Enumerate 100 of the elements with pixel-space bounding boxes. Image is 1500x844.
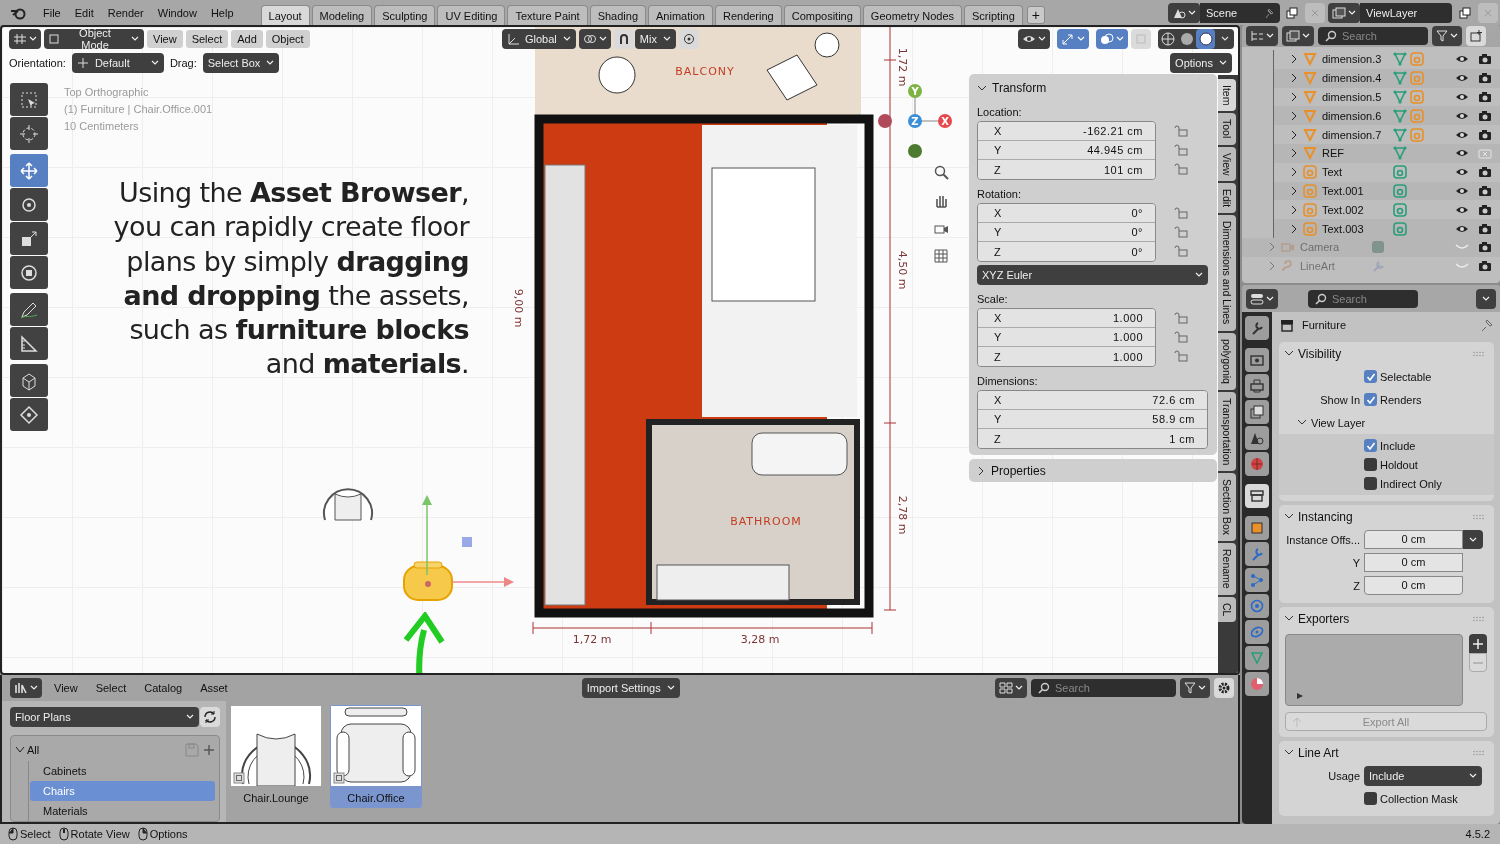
sidebar-tab[interactable]: Transportation <box>1218 391 1236 471</box>
workspace-tab[interactable]: Shading <box>589 5 647 25</box>
number-field[interactable]: Z 1.000 <box>978 347 1155 366</box>
sidebar-tab[interactable]: Item <box>1218 79 1236 112</box>
number-field[interactable]: Y 1.000 <box>978 328 1155 347</box>
number-field[interactable]: 0 cm <box>1364 553 1463 572</box>
workspace-tab[interactable]: Animation <box>648 5 713 25</box>
library-dropdown[interactable]: Floor Plans <box>10 707 199 727</box>
workspace-tab[interactable]: Scripting <box>964 5 1023 25</box>
group-label: Location: <box>977 106 1023 118</box>
workspace-tab[interactable]: Layout <box>260 5 310 25</box>
menu-button[interactable]: Select <box>185 30 229 48</box>
workspace-tab[interactable]: Sculpting <box>374 5 436 25</box>
menu-button[interactable]: View <box>48 679 84 697</box>
number-field[interactable]: Y 44.945 cm <box>978 141 1155 160</box>
outliner-item[interactable]: Text.001 <box>1322 184 1388 197</box>
status-hint: Rotate View <box>70 828 130 840</box>
group-label: Rotation: <box>977 188 1023 200</box>
checkbox-label: Indirect Only <box>1380 477 1442 490</box>
outliner-item[interactable]: Text.002 <box>1322 203 1388 216</box>
search-field[interactable]: Search <box>1318 27 1428 45</box>
checkbox-label: Collection Mask <box>1380 792 1458 805</box>
workspace-tab[interactable]: UV Editing <box>437 5 506 25</box>
field-label: Instance Offs... <box>1285 533 1361 546</box>
workspace-tab[interactable]: Rendering <box>714 5 782 25</box>
room-label: BALCONY <box>675 65 735 78</box>
sidebar-tab[interactable]: Tool <box>1218 113 1236 145</box>
number-field[interactable]: 0 cm <box>1364 576 1463 595</box>
snap-target-dropdown[interactable]: Mix <box>634 29 676 49</box>
outliner-item[interactable]: dimension.6 <box>1322 109 1388 122</box>
context-name: Furniture <box>1302 319 1347 331</box>
orientation-dropdown[interactable]: Global <box>502 29 576 49</box>
sidebar-tab[interactable]: Section Box <box>1218 472 1236 541</box>
status-hint: Select <box>20 828 51 840</box>
viewport-info-text: (1) Furniture | Chair.Office.001 <box>64 102 213 117</box>
workspace-tab[interactable]: Compositing <box>783 5 861 25</box>
sidebar-tab[interactable]: Rename <box>1218 543 1236 595</box>
sidebar-tab[interactable]: polygoniq <box>1218 332 1236 390</box>
workspace-tab[interactable]: Geometry Nodes <box>862 5 962 25</box>
menu-item[interactable]: Render <box>100 3 151 22</box>
mode-dropdown[interactable]: Object Mode <box>44 29 144 49</box>
view-layer-field[interactable]: ViewLayer <box>1360 2 1452 23</box>
number-field[interactable]: X -162.21 cm <box>978 122 1155 141</box>
number-field[interactable]: Z 1 cm <box>978 429 1207 448</box>
menu-button[interactable]: View <box>147 30 183 48</box>
number-field[interactable]: Z 101 cm <box>978 160 1155 179</box>
number-field[interactable]: X 0° <box>978 204 1155 223</box>
outliner-item[interactable]: Text <box>1322 166 1388 179</box>
scene-field[interactable]: Scene <box>1200 2 1280 23</box>
drag-dropdown[interactable]: Select Box <box>202 52 280 73</box>
menu-button[interactable]: Add <box>231 30 263 48</box>
properties-panel-header[interactable]: Properties <box>969 459 1217 482</box>
panel-header[interactable]: Line Art <box>1279 741 1339 764</box>
number-field[interactable]: X 72.6 cm <box>978 391 1207 410</box>
menu-item[interactable]: Help <box>203 3 241 22</box>
search-field[interactable]: Search <box>1308 289 1418 308</box>
sidebar-tab[interactable]: Edit <box>1218 183 1236 214</box>
subpanel-header[interactable]: View Layer <box>1279 411 1366 434</box>
import-settings-dropdown[interactable]: Import Settings <box>581 678 680 698</box>
orientation-dropdown[interactable]: Default <box>71 52 164 73</box>
asset-tile[interactable]: Chair.Office <box>330 705 422 808</box>
catalog-item[interactable]: Materials <box>30 801 215 821</box>
dimension-label: 9,00 m <box>512 288 525 328</box>
options-dropdown[interactable]: Options <box>1170 52 1232 73</box>
rotation-mode-dropdown[interactable]: XYZ Euler <box>977 265 1208 285</box>
panel-header[interactable]: Transform <box>977 78 1209 98</box>
menu-item[interactable]: File <box>36 3 68 22</box>
outliner-item[interactable]: dimension.7 <box>1322 128 1388 141</box>
add-workspace-button[interactable]: + <box>1026 6 1045 24</box>
menu-item[interactable]: Edit <box>67 3 101 22</box>
axis-label: X <box>941 115 949 127</box>
number-field[interactable]: Y 0° <box>978 223 1155 242</box>
outliner-item[interactable]: dimension.3 <box>1322 53 1388 66</box>
panel-header[interactable]: Instancing <box>1279 505 1353 528</box>
menu-item[interactable]: Window <box>150 3 204 22</box>
number-field[interactable]: Y 58.9 cm <box>978 410 1207 429</box>
catalog-item[interactable]: All <box>15 741 181 759</box>
viewport-info-text: 10 Centimeters <box>64 119 140 134</box>
workspace-tab[interactable]: Modeling <box>311 5 373 25</box>
outliner-item[interactable]: Text.003 <box>1322 222 1388 235</box>
outliner-item[interactable]: dimension.5 <box>1322 91 1388 103</box>
usage-dropdown[interactable]: Include <box>1364 765 1482 786</box>
menu-button[interactable]: Asset <box>194 679 234 697</box>
outliner-item[interactable]: dimension.4 <box>1322 72 1388 85</box>
number-field[interactable]: 0 cm <box>1364 530 1463 549</box>
number-field[interactable]: X 1.000 <box>978 309 1155 328</box>
panel-header[interactable]: Exporters <box>1279 607 1350 630</box>
sidebar-tab[interactable]: View <box>1218 146 1236 182</box>
workspace-tab[interactable]: Texture Paint <box>507 5 588 25</box>
number-field[interactable]: Z 0° <box>978 242 1155 261</box>
search-field[interactable]: Search <box>1031 679 1176 697</box>
panel-header[interactable]: Visibility <box>1279 342 1342 365</box>
axis-label: Y <box>911 85 919 97</box>
outliner-item[interactable]: REF <box>1322 147 1388 160</box>
sidebar-tab[interactable]: CL <box>1218 596 1236 623</box>
menu-button[interactable]: Select <box>89 679 133 697</box>
menu-button[interactable]: Object <box>265 30 310 48</box>
sidebar-tab[interactable]: Dimensions and Lines <box>1218 215 1236 331</box>
menu-button[interactable]: Catalog <box>138 679 189 697</box>
catalog-item[interactable]: Cabinets <box>30 761 215 781</box>
